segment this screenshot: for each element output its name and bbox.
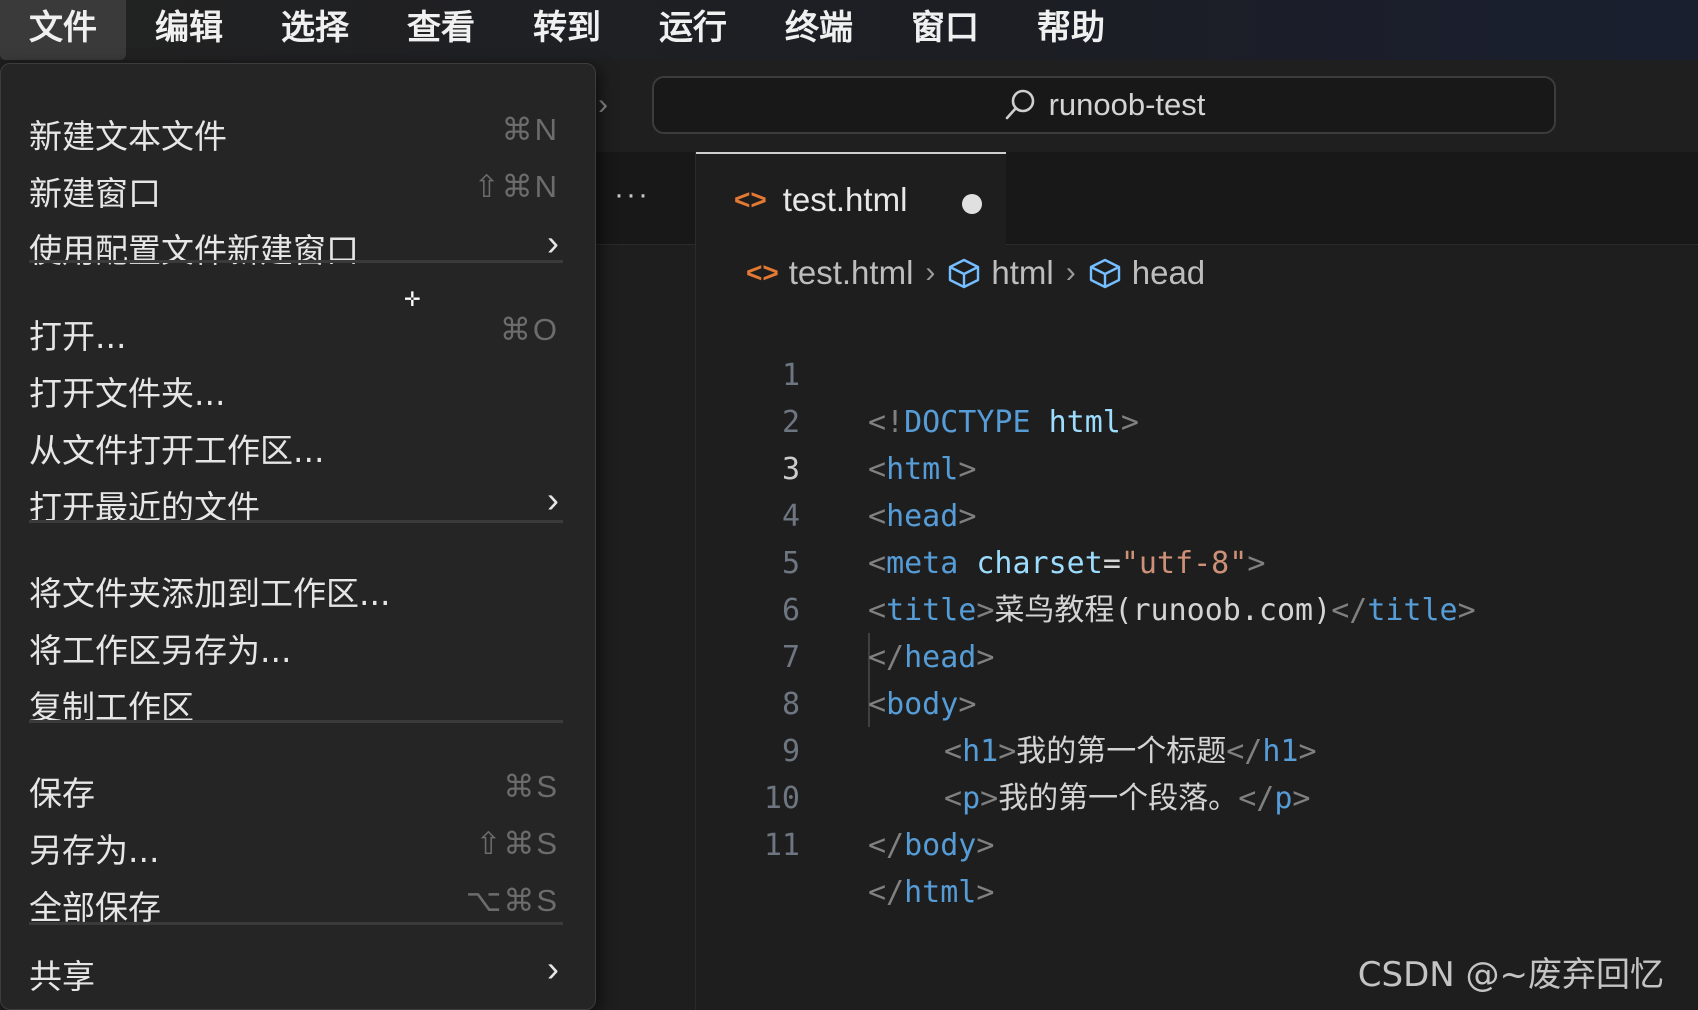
breadcrumb-file[interactable]: test.html <box>789 254 914 292</box>
search-text: runoob-test <box>1048 87 1206 122</box>
code-line: 6 </head> <box>740 540 995 675</box>
menu-item-save[interactable]: 保存 ⌘S <box>1 761 595 817</box>
menu-item-open-folder[interactable]: 打开文件夹... <box>1 361 595 417</box>
shortcut-label: ⌘O <box>499 312 559 347</box>
code-line: 1 <!DOCTYPE html> <box>740 305 1139 440</box>
shortcut-label: ⇧⌘S <box>475 826 559 861</box>
menu-window[interactable]: 窗口 <box>882 0 1008 60</box>
shortcut-label: ⇧⌘N <box>473 169 559 204</box>
nav-forward-icon[interactable]: › <box>598 88 608 122</box>
menu-view[interactable]: 查看 <box>378 0 504 60</box>
code-editor[interactable]: 1 <!DOCTYPE html> 2 <html> 3 <head> 4 <m… <box>740 305 1476 910</box>
code-line: 10 </body> <box>740 728 995 863</box>
menu-separator <box>29 922 563 925</box>
menu-item-share[interactable]: 共享 › <box>1 944 595 1000</box>
menu-item-new-text-file[interactable]: 新建文本文件 ⌘N <box>1 104 595 160</box>
menubar: 文件 编辑 选择 查看 转到 运行 终端 窗口 帮助 <box>0 0 1698 60</box>
mouse-cursor-icon: ✛ <box>404 289 421 311</box>
menu-item-save-workspace-as[interactable]: 将工作区另存为... <box>1 618 595 674</box>
menu-run[interactable]: 运行 <box>630 0 756 60</box>
menu-separator <box>29 520 563 523</box>
file-menu-dropdown: 新建文本文件 ⌘N 新建窗口 ⇧⌘N 使用配置文件新建窗口 › 打开... ⌘O… <box>0 63 596 1010</box>
shortcut-label: ⌥⌘S <box>465 883 559 918</box>
breadcrumb-html[interactable]: html <box>991 254 1053 292</box>
code-line: 7 <body> <box>740 587 976 722</box>
submenu-chevron-icon: › <box>547 222 559 263</box>
breadcrumb-chevron-icon: › <box>925 256 936 289</box>
watermark: CSDN @~废弃回忆 <box>1357 955 1664 995</box>
search-icon <box>1005 89 1034 120</box>
tab-test-html[interactable]: <> test.html <box>696 152 1006 245</box>
submenu-chevron-icon: › <box>547 479 559 520</box>
code-line: 8 <h1>我的第一个标题</h1> <box>740 634 1317 769</box>
code-line: 9 <p>我的第一个段落。</p> <box>740 681 1311 816</box>
breadcrumb-head[interactable]: head <box>1132 254 1205 292</box>
code-line: 2 <html> <box>740 352 976 487</box>
html-file-icon: <> <box>746 257 779 288</box>
more-actions-icon[interactable]: ··· <box>614 178 650 212</box>
breadcrumb-chevron-icon: › <box>1065 256 1076 289</box>
symbol-cube-icon <box>949 258 980 289</box>
code-line-current: 3 <head> <box>740 399 976 534</box>
menu-file[interactable]: 文件 <box>0 0 126 60</box>
code-line: 5 <title>菜鸟教程(runoob.com)</title> <box>740 493 1476 628</box>
command-center-search[interactable]: runoob-test <box>652 76 1556 134</box>
code-line: 4 <meta charset="utf-8"> <box>740 446 1265 581</box>
code-line: 11 </html> <box>740 775 995 910</box>
menu-item-add-folder-to-workspace[interactable]: 将文件夹添加到工作区... <box>1 561 595 617</box>
menu-item-open-workspace-from-file[interactable]: 从文件打开工作区... <box>1 418 595 474</box>
menu-selection[interactable]: 选择 <box>252 0 378 60</box>
shortcut-label: ⌘N <box>501 112 559 147</box>
shortcut-label: ⌘S <box>503 769 559 804</box>
breadcrumb: <> test.html › html › head <box>746 254 1205 292</box>
tab-title: test.html <box>782 180 908 218</box>
menu-terminal[interactable]: 终端 <box>756 0 882 60</box>
menu-go[interactable]: 转到 <box>504 0 630 60</box>
symbol-cube-icon <box>1089 258 1120 289</box>
unsaved-dot-icon[interactable] <box>962 194 982 214</box>
menu-edit[interactable]: 编辑 <box>126 0 252 60</box>
menu-item-new-window-with-profile[interactable]: 使用配置文件新建窗口 › <box>1 218 595 274</box>
menu-item-new-window[interactable]: 新建窗口 ⇧⌘N <box>1 161 595 217</box>
submenu-chevron-icon: › <box>547 948 559 989</box>
menu-help[interactable]: 帮助 <box>1008 0 1134 60</box>
panel-divider <box>695 152 696 1010</box>
menu-separator <box>29 720 563 723</box>
line-number: 11 <box>763 828 800 863</box>
menu-item-open[interactable]: 打开... ⌘O <box>1 304 595 360</box>
menu-separator <box>29 260 563 263</box>
menu-item-save-as[interactable]: 另存为... ⇧⌘S <box>1 818 595 874</box>
html-file-icon: <> <box>734 183 767 215</box>
